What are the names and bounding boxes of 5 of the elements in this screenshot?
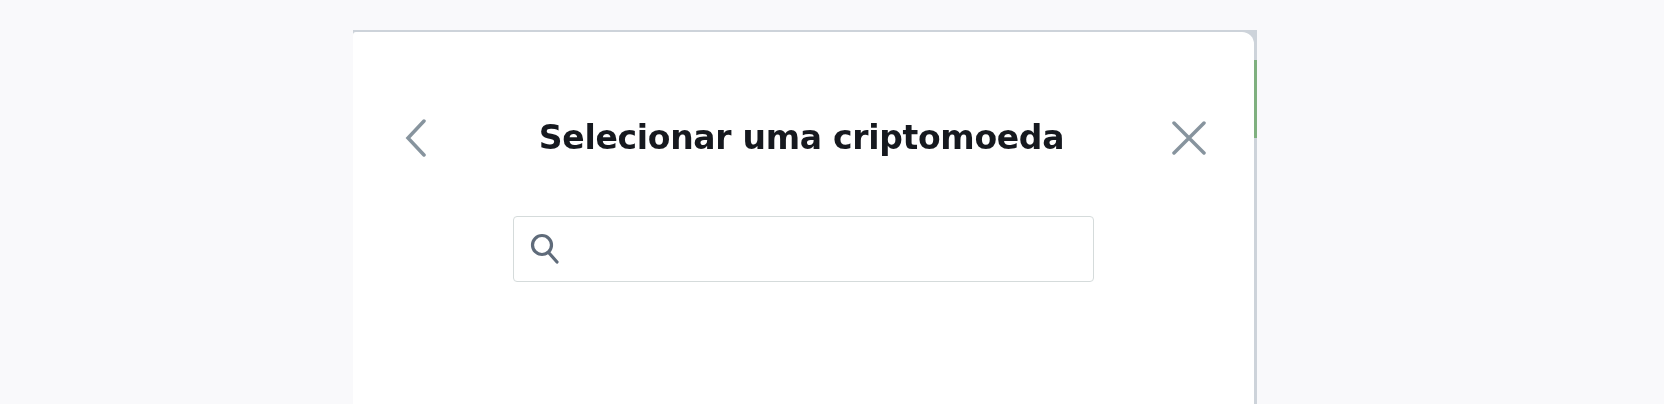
search-field[interactable] (513, 216, 1094, 282)
back-icon (405, 119, 427, 157)
close-icon (1172, 121, 1206, 155)
dialog-title: Selecionar uma criptomoeda (538, 117, 1065, 159)
search-icon (530, 233, 560, 265)
